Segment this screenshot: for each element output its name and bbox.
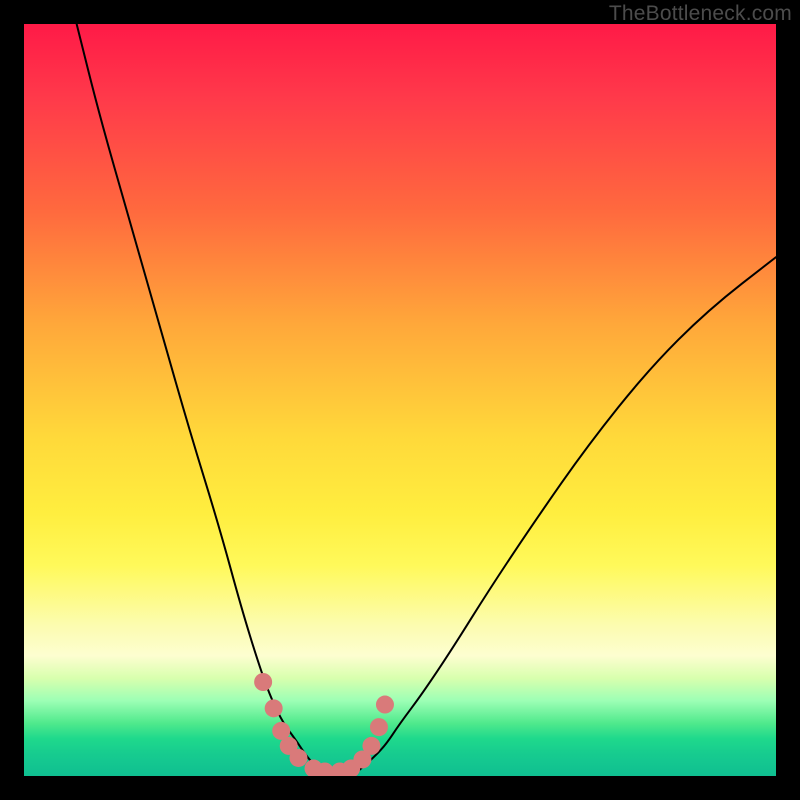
curve-right-branch [355,257,776,774]
data-marker [265,699,283,717]
data-marker [289,749,307,767]
plot-area [24,24,776,776]
data-marker [362,737,380,755]
data-marker [370,718,388,736]
data-marker [376,696,394,714]
curve-left-branch [77,24,325,774]
data-marker [254,673,272,691]
curve-layer [24,24,776,776]
watermark-text: TheBottleneck.com [609,2,792,26]
chart-frame: TheBottleneck.com [0,0,800,800]
